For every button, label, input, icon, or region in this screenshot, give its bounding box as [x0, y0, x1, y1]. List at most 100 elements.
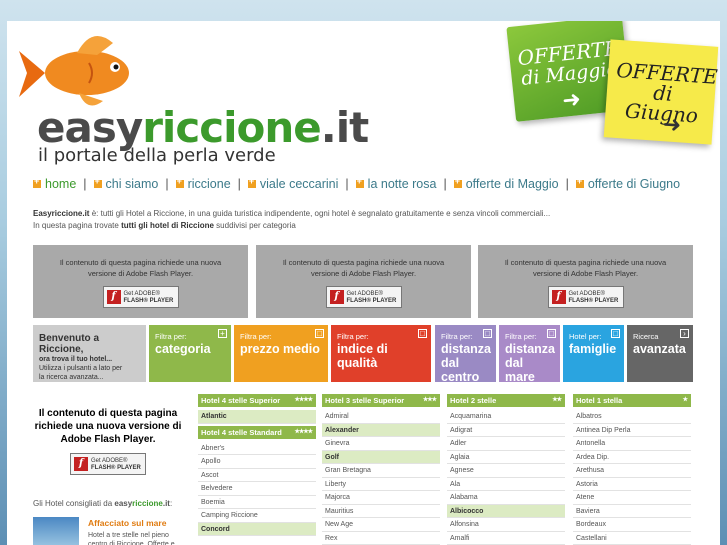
hotel-link[interactable]: Rex: [322, 532, 440, 545]
flash-placeholder: Il contenuto di questa pagina richiede u…: [33, 245, 248, 318]
flash-placeholder-left: Il contenuto di questa pagina richiede u…: [33, 407, 183, 475]
filter-qualita-button[interactable]: Filtra per: indice di qualità □: [331, 325, 431, 382]
hotel-link[interactable]: Ascot: [198, 469, 316, 482]
hotel-link[interactable]: Camping Riccione: [198, 509, 316, 523]
get-flash-button[interactable]: f Get ADOBE® FLASH® PLAYER: [70, 453, 146, 475]
plus-icon: [33, 176, 41, 188]
hotel-link[interactable]: Belvedere: [198, 482, 316, 496]
hotel-link[interactable]: Antinea Dip Perla: [573, 424, 691, 437]
hotel-link[interactable]: Abner's: [198, 442, 316, 455]
filter-prezzo-button[interactable]: Filtra per: prezzo medio □: [234, 325, 328, 382]
category-header: Hotel 3 stelle Superior ★★★: [322, 394, 440, 407]
hotel-link[interactable]: Adigrat: [447, 424, 565, 437]
hotel-link[interactable]: Boemia: [198, 496, 316, 509]
box-icon: □: [611, 329, 620, 338]
box-icon: □: [315, 329, 324, 338]
category-header: Hotel 4 stelle Standard ★★★★: [198, 425, 316, 439]
hotel-link[interactable]: Baviera: [573, 505, 691, 518]
nav-home[interactable]: home: [33, 176, 76, 191]
stars-icon: ★★★★: [294, 397, 312, 403]
stars-icon: ★★: [552, 397, 562, 403]
hotel-column-1stella: Hotel 1 stella ★ Albatros Antinea Dip Per…: [573, 394, 691, 545]
hotel-link[interactable]: Antonella: [573, 437, 691, 451]
hotel-link[interactable]: Castellani: [573, 532, 691, 545]
ricerca-avanzata-button[interactable]: Ricerca avanzata ›: [627, 325, 693, 382]
hotel-link[interactable]: Arethusa: [573, 464, 691, 478]
get-flash-button[interactable]: f Get ADOBE® FLASH® PLAYER: [102, 286, 179, 308]
hotel-link[interactable]: Agnese: [447, 464, 565, 478]
hotel-link[interactable]: Concord: [198, 522, 316, 536]
nav-offerte-maggio[interactable]: offerte di Maggio: [453, 176, 559, 191]
category-header: Hotel 2 stelle ★★: [447, 394, 565, 407]
hotel-link[interactable]: Ginevra: [322, 437, 440, 451]
flash-icon: f: [329, 290, 344, 304]
hotel-link[interactable]: Astoria: [573, 478, 691, 491]
nav-viale-ceccarini[interactable]: viale ceccarini: [247, 176, 338, 191]
hotel-link[interactable]: Albicocco: [447, 504, 565, 518]
hotel-link[interactable]: Mauritius: [322, 505, 440, 518]
featured-hotel-desc: Hotel a tre stelle nel pieno centro di R…: [88, 532, 175, 545]
featured-hotel-name[interactable]: Affacciato sul mare: [88, 518, 166, 528]
nav-offerte-giugno[interactable]: offerte di Giugno: [575, 176, 680, 191]
hotel-column-3stelle: Hotel 3 stelle Superior ★★★ Admiral Alexa…: [322, 394, 440, 545]
hotel-link[interactable]: Acquamarina: [447, 410, 565, 424]
hotel-link[interactable]: New Age: [322, 518, 440, 532]
nav-riccione[interactable]: riccione: [175, 176, 231, 191]
box-icon: □: [418, 329, 427, 338]
hotel-link[interactable]: Ardea Dip.: [573, 451, 691, 464]
hotel-link[interactable]: Alabama: [447, 491, 565, 505]
flash-icon: f: [551, 290, 566, 304]
stars-icon: ★★★★: [294, 428, 312, 435]
hotel-link[interactable]: Atlantic: [198, 410, 316, 424]
hotel-link[interactable]: Liberty: [322, 478, 440, 491]
recommended-heading: Gli Hotel consigliati da easyriccione.it…: [33, 499, 173, 508]
plus-icon: [575, 176, 584, 188]
hotel-thumbnail[interactable]: [33, 517, 79, 545]
arrow-right-icon: ➜: [661, 111, 683, 138]
box-icon: □: [483, 329, 492, 338]
hotel-link[interactable]: Apollo: [198, 455, 316, 469]
hotel-link[interactable]: Albatros: [573, 410, 691, 424]
category-header: Hotel 1 stella ★: [573, 394, 691, 407]
hotel-link[interactable]: Amalfi: [447, 532, 565, 545]
hotel-link[interactable]: Alfonsina: [447, 518, 565, 532]
arrow-right-icon: ➜: [560, 86, 582, 113]
filter-categoria-button[interactable]: Filtra per: categoria +: [149, 325, 231, 382]
get-flash-button[interactable]: f Get ADOBE® FLASH® PLAYER: [325, 286, 402, 308]
welcome-tile: Benvenuto a Riccione, ora trova il tuo h…: [33, 325, 146, 382]
filter-famiglie-button[interactable]: Hotel per: famiglie □: [563, 325, 624, 382]
hotel-column-4stelle: Hotel 4 stelle Superior ★★★★ Atlantic Hot…: [198, 394, 316, 536]
hotel-link[interactable]: Aglaia: [447, 451, 565, 464]
flash-icon: f: [106, 290, 121, 304]
plus-icon: [355, 176, 364, 188]
hotel-link[interactable]: Atene: [573, 491, 691, 505]
category-header: Hotel 4 stelle Superior ★★★★: [198, 394, 316, 407]
nav-chi-siamo[interactable]: chi siamo: [93, 176, 158, 191]
chevron-right-icon: ›: [680, 329, 689, 338]
stars-icon: ★★★: [422, 397, 437, 403]
filter-distanza-centro-button[interactable]: Filtra per: distanza dal centro □: [435, 325, 496, 384]
hotel-link[interactable]: Alexander: [322, 423, 440, 437]
plus-icon: [175, 176, 184, 188]
page: easyriccione.it il portale della perla v…: [7, 21, 720, 545]
hotel-link[interactable]: Adler: [447, 437, 565, 451]
stars-icon: ★: [682, 397, 688, 403]
hotel-column-2stelle: Hotel 2 stelle ★★ Acquamarina Adigrat Adl…: [447, 394, 565, 545]
plus-icon: [453, 176, 462, 188]
hotel-link[interactable]: Admiral: [322, 410, 440, 424]
offers-june-banner[interactable]: OFFERTE di Giugno ➜: [603, 39, 718, 145]
main-nav: home | chi siamo | riccione | viale cecc…: [33, 176, 680, 191]
plus-icon: [93, 176, 102, 188]
nav-la-notte-rosa[interactable]: la notte rosa: [355, 176, 436, 191]
flash-placeholder: Il contenuto di questa pagina richiede u…: [478, 245, 693, 318]
hotel-link[interactable]: Ala: [447, 478, 565, 491]
filter-tiles: Benvenuto a Riccione, ora trova il tuo h…: [33, 325, 693, 384]
hotel-link[interactable]: Gran Bretagna: [322, 464, 440, 478]
filter-distanza-mare-button[interactable]: Filtra per: distanza dal mare □: [499, 325, 560, 384]
hotel-link[interactable]: Golf: [322, 450, 440, 464]
flash-placeholder: Il contenuto di questa pagina richiede u…: [256, 245, 471, 318]
box-icon: □: [547, 329, 556, 338]
get-flash-button[interactable]: f Get ADOBE® FLASH® PLAYER: [547, 286, 624, 308]
hotel-link[interactable]: Majorca: [322, 491, 440, 505]
hotel-link[interactable]: Bordeaux: [573, 518, 691, 532]
